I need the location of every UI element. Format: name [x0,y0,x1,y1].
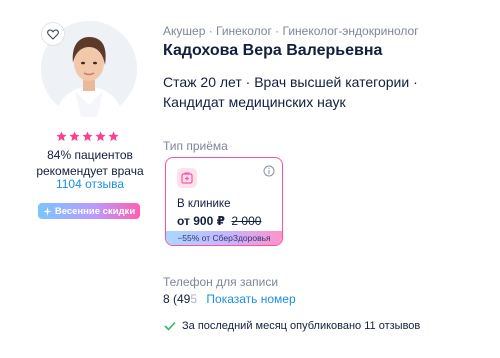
phone-number-partial: 8 (49 [163,292,191,306]
star-icon [82,131,93,142]
phone-label: Телефон для записи [163,275,279,289]
discount-strip: −55% от СберЗдоровья [166,231,282,245]
recommend-percent: 84% пациентов [47,148,133,162]
recommendation-text: 84% пациентов рекомендует врача [28,147,152,179]
show-number-button[interactable]: Показать номер [206,292,295,306]
star-icon [95,131,106,142]
sparkle-icon [42,206,52,216]
check-icon [164,321,176,331]
rating-stars [56,131,119,142]
info-icon[interactable] [263,165,275,177]
phone-row: 8 (495 Показать номер [163,292,296,306]
published-reviews-note: За последний месяц опубликовано 11 отзыв… [164,320,420,332]
discount-strip-text: −55% от СберЗдоровья [177,233,271,243]
spring-discount-badge[interactable]: Весенние скидки [38,203,140,219]
doctor-experience: Стаж 20 лет · Врач высшей категории · Ка… [163,74,418,110]
visit-option-clinic[interactable]: В клинике от 900 ₽ 2 000 −55% от СберЗдо… [165,157,283,246]
price-row: от 900 ₽ 2 000 [177,212,261,230]
clinic-icon [177,168,197,188]
star-icon [69,131,80,142]
published-reviews-text: За последний месяц опубликовано 11 отзыв… [182,320,421,332]
reviews-link[interactable]: 1104 отзыва [28,177,152,191]
phone-number-fade: 5 [190,292,198,306]
price-current: от 900 ₽ [177,214,225,228]
visit-type-label: Тип приёма [163,139,228,153]
doctor-profile-sidebar: 84% пациентов рекомендует врача 1104 отз… [0,0,160,358]
doctor-specialties: Акушер · Гинеколог · Гинеколог-эндокрино… [163,24,419,38]
star-icon [56,131,67,142]
badge-label: Весенние скидки [54,205,136,217]
star-icon [108,131,119,142]
visit-type-name: В клинике [177,198,231,210]
heart-icon [47,28,59,40]
price-old: 2 000 [231,214,262,228]
doctor-name[interactable]: Кадохова Вера Валерьевна [163,42,382,60]
favorite-button[interactable] [41,22,65,46]
